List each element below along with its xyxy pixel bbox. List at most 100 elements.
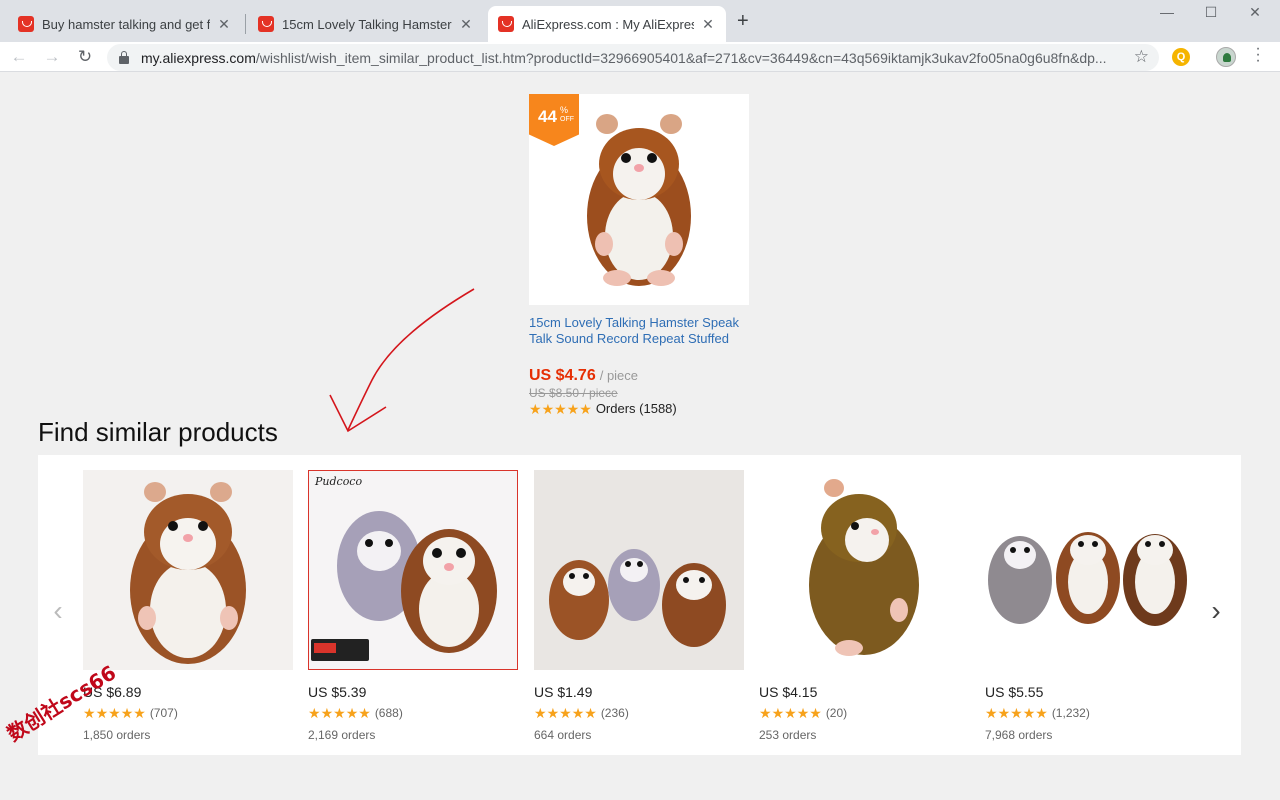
product-title-link[interactable]: 15cm Lovely Talking Hamster Speak Talk S… — [529, 315, 749, 347]
star-icon: ★ — [133, 705, 146, 721]
tab-title: Buy hamster talking and get free — [42, 16, 210, 32]
star-icon: ★ — [554, 400, 567, 417]
lock-icon — [119, 50, 129, 64]
star-icon: ★ — [333, 705, 346, 721]
similar-product-price: US $5.39 — [308, 684, 367, 700]
browser-toolbar: ← → ↻ my.aliexpress.com/wishlist/wish_it… — [0, 42, 1280, 72]
hamster-plush-image — [130, 482, 246, 664]
section-title: Find similar products — [38, 417, 278, 447]
close-icon[interactable]: ✕ — [216, 16, 232, 33]
star-icon: ★ — [566, 400, 580, 417]
chrome-menu-icon[interactable]: · · · — [1254, 41, 1262, 69]
rating-row: ★ ★ ★ ★ ★ (1,232) — [985, 706, 1195, 720]
similar-product-image[interactable] — [83, 470, 293, 670]
tab-title: 15cm Lovely Talking Hamster Spe — [282, 16, 452, 32]
star-icon: ★ — [771, 705, 785, 721]
star-rating: ★ ★ ★ ★ ★ — [759, 706, 822, 720]
orders-count: 664 orders — [534, 728, 592, 742]
rating-row: ★ ★ ★ ★ ★ (688) — [308, 706, 518, 720]
star-rating: ★ ★ ★ ★ ★ — [529, 402, 592, 416]
star-icon: ★ — [796, 705, 810, 721]
star-rating: ★ ★ ★ ★ ★ — [83, 706, 146, 720]
star-icon: ★ — [358, 705, 371, 721]
star-icon: ★ — [784, 705, 797, 721]
rating-row: ★ ★ ★ ★ ★ (236) — [534, 706, 744, 720]
star-icon: ★ — [120, 705, 134, 721]
profile-avatar[interactable] — [1216, 47, 1236, 67]
tab-separator — [245, 14, 246, 34]
wishlist-product: 44 % OFF 15cm Lovely Talking Hamster Spe… — [529, 94, 749, 416]
reload-icon[interactable]: ↻ — [74, 46, 96, 68]
price-value: US $4.76 — [529, 367, 596, 384]
star-rating: ★ ★ ★ ★ ★ — [985, 706, 1048, 720]
star-icon: ★ — [1022, 705, 1036, 721]
similar-product-card[interactable]: US $1.49 ★ ★ ★ ★ ★ (236) 664 orders — [534, 470, 744, 742]
similar-product-price: US $1.49 — [534, 684, 593, 700]
star-icon: ★ — [345, 705, 359, 721]
review-count: (707) — [149, 706, 178, 720]
new-tab-plus-icon[interactable]: + — [737, 10, 749, 33]
carousel-prev-chevron-icon[interactable]: ‹ — [48, 595, 68, 627]
similar-product-image[interactable] — [759, 470, 969, 670]
star-icon: ★ — [95, 705, 109, 721]
star-icon: ★ — [1035, 705, 1048, 721]
similar-product-card[interactable]: US $5.55 ★ ★ ★ ★ ★ (1,232) 7,968 orders — [985, 470, 1195, 742]
review-count: (1,232) — [1051, 706, 1090, 720]
star-icon: ★ — [809, 705, 822, 721]
star-icon: ★ — [579, 400, 592, 417]
url-host: my.aliexpress.com — [141, 49, 256, 66]
star-icon: ★ — [759, 705, 772, 721]
star-icon: ★ — [559, 705, 572, 721]
orders-count: 1,850 orders — [83, 728, 151, 742]
original-price: US $8.50 / piece — [529, 386, 618, 400]
star-icon: ★ — [584, 705, 597, 721]
annotation-arrow — [329, 288, 475, 433]
aliexpress-favicon-icon — [498, 16, 514, 32]
maximize-icon[interactable]: ☐ — [1196, 4, 1226, 21]
carousel-next-chevron-icon[interactable]: › — [1206, 595, 1226, 627]
star-icon: ★ — [571, 705, 585, 721]
rating-row: ★ ★ ★ ★ ★ (707) — [83, 706, 293, 720]
url-text[interactable]: my.aliexpress.com/wishlist/wish_item_sim… — [141, 50, 1159, 66]
star-rating: ★ ★ ★ ★ ★ — [534, 706, 597, 720]
address-bar[interactable]: my.aliexpress.com/wishlist/wish_item_sim… — [107, 44, 1159, 71]
orders-count: 253 orders — [759, 728, 817, 742]
brand-watermark: Pudcoco — [315, 475, 363, 488]
bookmark-star-icon[interactable]: ☆ — [1134, 47, 1149, 67]
review-count: (20) — [825, 706, 848, 720]
discount-number: 44 — [538, 107, 557, 126]
similar-product-price: US $5.55 — [985, 684, 1044, 700]
price-unit: / piece — [599, 368, 639, 383]
tab-my-aliexpress[interactable]: AliExpress.com : My AliExpress ✕ — [488, 6, 726, 42]
tab-aliexpress-search[interactable]: Buy hamster talking and get free ✕ — [8, 6, 242, 42]
product-price: US $4.76/ piece — [529, 367, 749, 385]
forward-arrow-icon[interactable]: → — [41, 46, 63, 68]
product-image[interactable]: 44 % OFF — [529, 94, 749, 305]
similar-product-card[interactable]: US $4.15 ★ ★ ★ ★ ★ (20) 253 orders — [759, 470, 969, 742]
similar-product-card[interactable]: US $6.89 ★ ★ ★ ★ ★ (707) 1,850 orders — [83, 470, 293, 742]
tab-product-page[interactable]: 15cm Lovely Talking Hamster Spe ✕ — [248, 6, 484, 42]
discount-percent: % — [560, 105, 569, 115]
back-arrow-icon[interactable]: ← — [8, 46, 30, 68]
close-icon[interactable]: ✕ — [458, 16, 474, 33]
window-close-icon[interactable]: ✕ — [1240, 4, 1270, 21]
close-icon[interactable]: ✕ — [700, 16, 716, 33]
similar-product-image[interactable] — [534, 470, 744, 670]
star-icon: ★ — [985, 705, 998, 721]
similar-product-image[interactable]: Pudcoco — [308, 470, 518, 670]
orders-count: Orders (1588) — [595, 401, 677, 416]
star-icon: ★ — [529, 400, 542, 417]
star-icon: ★ — [1010, 705, 1023, 721]
star-rating: ★ ★ ★ ★ ★ — [308, 706, 371, 720]
star-icon: ★ — [108, 705, 121, 721]
similar-product-image[interactable] — [985, 470, 1195, 670]
minimize-icon[interactable]: — — [1152, 4, 1182, 20]
similar-product-card[interactable]: Pudcoco US $5.39 ★ ★ ★ ★ ★ (688) 2,169 order… — [308, 470, 518, 742]
star-icon: ★ — [997, 705, 1011, 721]
extension-icon[interactable]: Q — [1172, 48, 1190, 66]
orders-count: 7,968 orders — [985, 728, 1053, 742]
hamster-plush-image — [988, 532, 1187, 626]
tab-title: AliExpress.com : My AliExpress — [522, 16, 694, 32]
hamster-plush-image — [549, 549, 726, 647]
similar-product-price: US $6.89 — [83, 684, 142, 700]
